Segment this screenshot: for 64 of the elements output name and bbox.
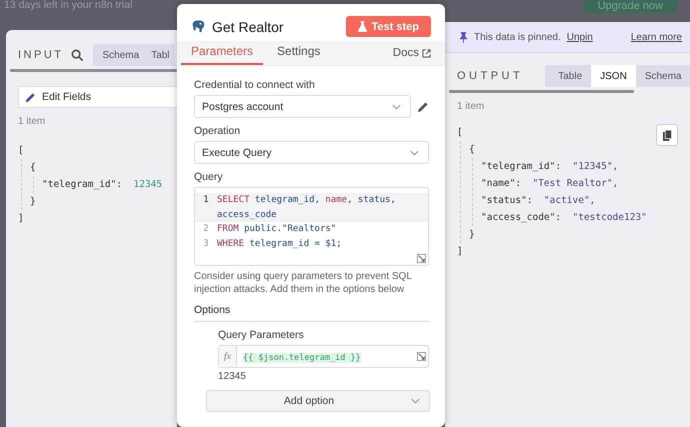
json-bracket: ] xyxy=(18,212,24,226)
expression-text: {{ $json.telegram_id }} xyxy=(243,352,361,362)
view-tab[interactable]: Schema xyxy=(96,44,146,66)
pencil-icon xyxy=(25,92,36,102)
item-count: 1 item xyxy=(18,116,46,127)
item-count: 1 item xyxy=(457,101,486,112)
field-label: Credential to connect with xyxy=(194,79,316,91)
json-line: "name": "Test Realtor", xyxy=(481,177,618,191)
scrollbar[interactable] xyxy=(449,90,634,93)
add-option-button[interactable]: Add option xyxy=(206,390,430,412)
resize-icon[interactable] xyxy=(417,254,426,263)
json-line: "telegram_id": 12345 xyxy=(42,178,162,192)
chevron-down-icon xyxy=(392,104,401,110)
pin-icon xyxy=(459,32,468,42)
view-tab[interactable]: Table xyxy=(549,65,592,87)
json-line: "status": "active", xyxy=(481,194,596,208)
hint-text: Consider using query parameters to prevent SQL injection attacks. Add them in the options below xyxy=(194,270,413,296)
line-number: 1 xyxy=(202,194,210,207)
search-icon[interactable] xyxy=(70,48,84,62)
field-label: Query xyxy=(194,171,224,183)
external-link-icon xyxy=(422,48,431,58)
copy-button[interactable] xyxy=(656,124,678,146)
node-select[interactable]: Edit Fields xyxy=(18,86,177,108)
json-bracket: [ xyxy=(457,126,463,140)
json-bracket: } xyxy=(30,195,36,209)
code-line: WHERE telegram_id = $1; xyxy=(217,238,343,250)
copy-icon xyxy=(662,130,672,140)
trial-notice: 13 days left in your n8n trial xyxy=(4,0,134,11)
line-number: 3 xyxy=(202,238,210,250)
json-bracket: ] xyxy=(457,245,463,259)
learn-more-link[interactable]: Learn more xyxy=(630,32,682,42)
scrollbar[interactable] xyxy=(10,69,177,72)
field-label: Query Parameters xyxy=(218,329,305,341)
elephant-icon xyxy=(191,19,206,34)
node-tab[interactable]: Settings xyxy=(267,44,330,65)
pencil-icon[interactable] xyxy=(417,100,429,112)
section-title: Options xyxy=(194,304,429,322)
flask-icon xyxy=(358,21,367,32)
panel-title: OUTPUT xyxy=(457,70,524,82)
expression-result: 12345 xyxy=(218,371,247,382)
panel-title: INPUT xyxy=(18,49,64,61)
json-line: "access_code": "testcode123" xyxy=(481,211,647,225)
json-bracket: { xyxy=(30,161,36,175)
unpin-link[interactable]: Unpin xyxy=(566,32,593,42)
json-bracket: [ xyxy=(18,144,24,158)
view-tab[interactable]: Tabl xyxy=(145,44,171,66)
docs-link[interactable]: Docs xyxy=(392,47,431,65)
code-line: FROM public."Realtors" xyxy=(217,223,338,236)
node-title: Get Realtor xyxy=(212,18,285,34)
resize-icon[interactable] xyxy=(417,352,426,361)
query-editor[interactable]: 1 SELECT telegram_id, name, status, access_code 2 FROM public."Realtors" 3 WHERE telegram_id = $1; xyxy=(194,187,429,266)
pinned-notice: This data is pinned. xyxy=(474,32,561,42)
chevron-down-icon xyxy=(411,398,420,404)
field-label: Operation xyxy=(194,125,242,137)
json-bracket: } xyxy=(469,228,475,242)
view-tab[interactable]: Schema xyxy=(636,65,690,87)
chevron-down-icon xyxy=(410,150,419,156)
operation-select[interactable]: Execute Query xyxy=(194,141,429,164)
credential-select[interactable]: Postgres account xyxy=(194,95,411,118)
line-number: 2 xyxy=(202,223,210,236)
fx-label: fx xyxy=(219,346,237,367)
json-line: "telegram_id": "12345", xyxy=(481,160,618,174)
view-tab[interactable]: JSON xyxy=(591,65,636,87)
json-bracket: { xyxy=(469,143,475,157)
